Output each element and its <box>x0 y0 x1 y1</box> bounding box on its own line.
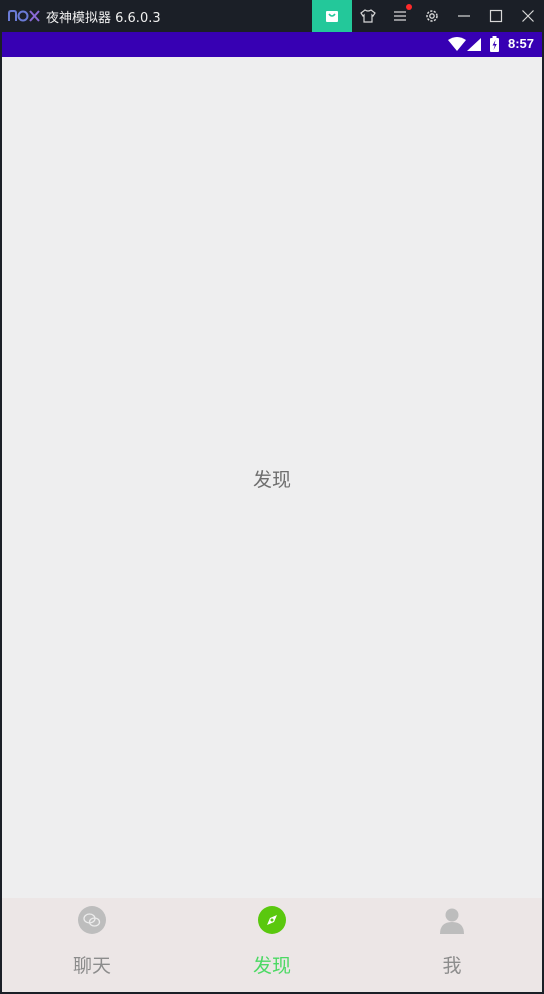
maximize-icon <box>489 9 503 23</box>
nav-label-discover: 发现 <box>252 955 291 977</box>
emulator-title: 夜神模拟器 6.6.0.3 <box>46 11 161 26</box>
discover-page: 发现 <box>2 57 542 898</box>
nav-item-discover[interactable]: 发现 <box>182 898 362 992</box>
wifi-icon <box>448 37 466 51</box>
minimize-button[interactable] <box>448 0 480 32</box>
close-icon <box>522 10 534 22</box>
menu-icon <box>394 11 406 21</box>
nav-item-chat[interactable]: 聊天 <box>2 898 182 992</box>
store-icon <box>326 11 338 22</box>
minimize-icon <box>458 15 470 17</box>
theme-button[interactable] <box>352 0 384 32</box>
notification-dot <box>406 4 412 10</box>
compass-icon <box>258 906 286 934</box>
signal-icon <box>467 38 481 51</box>
nav-label-me: 我 <box>442 955 462 977</box>
gear-icon <box>426 10 438 22</box>
android-status-bar: 8:57 <box>2 32 542 57</box>
page-title: 发现 <box>252 469 291 491</box>
status-time: 8:57 <box>507 36 534 51</box>
battery-icon <box>490 36 499 52</box>
emulator-title-bar: 夜神模拟器 6.6.0.3 <box>0 0 544 32</box>
store-button[interactable] <box>312 0 352 32</box>
chat-icon <box>78 906 106 934</box>
nav-item-me[interactable]: 我 <box>362 898 542 992</box>
maximize-button[interactable] <box>480 0 512 32</box>
person-icon <box>440 908 464 934</box>
bottom-navigation: 聊天 发现 我 <box>2 898 542 992</box>
shirt-icon <box>360 9 376 23</box>
close-button[interactable] <box>512 0 544 32</box>
nox-logo <box>8 10 40 22</box>
settings-button[interactable] <box>416 0 448 32</box>
nav-label-chat: 聊天 <box>72 955 111 977</box>
